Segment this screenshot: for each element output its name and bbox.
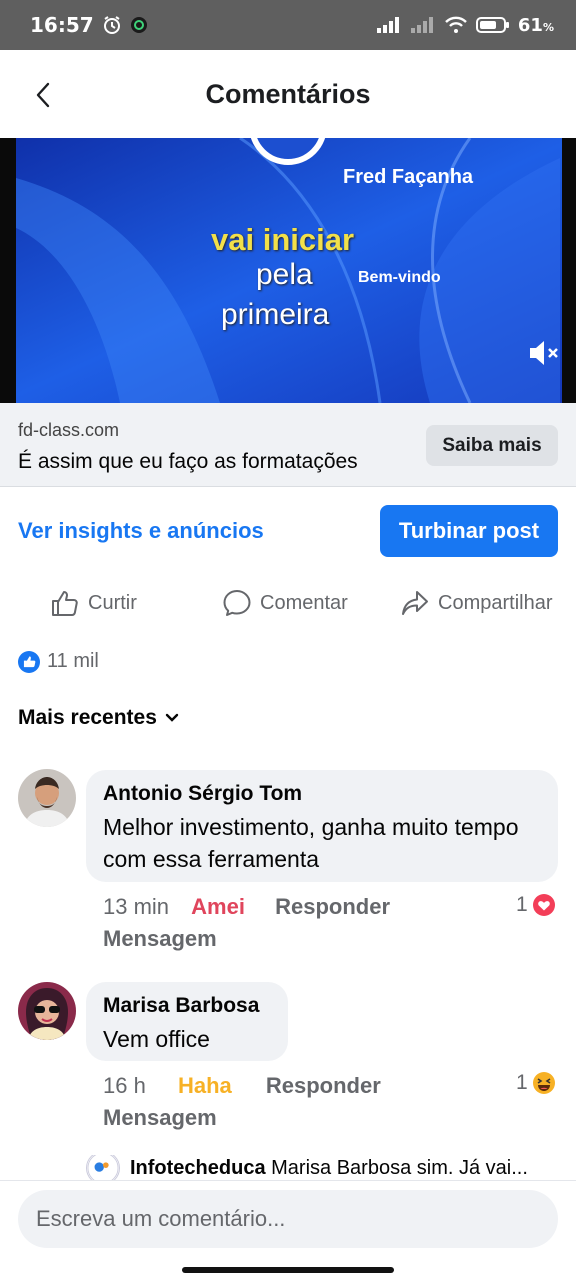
comment-text: Melhor investimento, ganha muito tempo c… <box>103 814 519 872</box>
comment-meta: 13 min Amei Responder <box>103 894 390 920</box>
home-indicator[interactable] <box>182 1267 394 1273</box>
comment-reaction-count[interactable]: 1 <box>516 1071 556 1095</box>
like-button[interactable]: Curtir <box>50 586 137 620</box>
like-reaction-icon <box>18 650 40 673</box>
share-button[interactable]: Compartilhar <box>400 586 552 620</box>
haha-reaction-icon <box>532 1072 555 1094</box>
thumbs-up-icon <box>52 591 78 616</box>
haha-reaction-label[interactable]: Haha <box>178 1073 232 1098</box>
video-frame-left <box>0 138 16 403</box>
comment-composer-area: Escreva um comentário... <box>0 1180 576 1280</box>
signal-icon <box>376 17 399 33</box>
status-bar: 16:57 61% <box>0 0 576 50</box>
battery-icon <box>475 17 509 33</box>
reply-button[interactable]: Responder <box>266 1073 381 1098</box>
header: Comentários <box>0 50 576 138</box>
muted-speaker-icon[interactable] <box>528 338 560 368</box>
signal-2-icon <box>410 17 433 33</box>
video-player[interactable]: Fred Façanha vai iniciar pela Bem-vindo … <box>0 138 576 403</box>
link-domain: fd-class.com <box>18 420 120 440</box>
sort-dropdown[interactable]: Mais recentes <box>18 706 179 730</box>
page-title: Comentários <box>205 78 371 109</box>
love-reaction-icon <box>532 894 555 916</box>
avatar[interactable] <box>18 982 76 1040</box>
video-caption-3: pela <box>256 258 313 291</box>
divider <box>0 486 576 487</box>
chevron-left-icon <box>36 82 50 108</box>
comment-bubble[interactable]: Antonio Sérgio Tom Melhor investimento, … <box>86 770 558 882</box>
reply-text: Marisa Barbosa sim. Já vai... <box>271 1156 528 1179</box>
comment-time: 16 h <box>103 1073 146 1098</box>
reaction-count: 11 mil <box>47 650 99 672</box>
comment-text: Vem office <box>103 1026 210 1052</box>
app-notification-icon <box>130 17 147 33</box>
video-frame-right <box>562 138 576 403</box>
view-insights-link[interactable]: Ver insights e anúncios <box>18 518 264 544</box>
reactions-summary[interactable]: 11 mil <box>18 650 99 673</box>
video-caption-2: vai iniciar <box>211 222 355 257</box>
reply-preview[interactable]: Infotecheduca Marisa Barbosa sim. Já vai… <box>86 1155 566 1181</box>
reply-author[interactable]: Infotecheduca <box>130 1157 266 1179</box>
message-button[interactable]: Mensagem <box>103 1105 217 1131</box>
comment-button[interactable]: Comentar <box>222 586 348 620</box>
link-preview[interactable]: fd-class.com É assim que eu faço as form… <box>0 403 576 486</box>
video-caption-4: Bem-vindo <box>358 269 441 286</box>
comment-label: Comentar <box>260 591 348 614</box>
avatar[interactable] <box>18 769 76 827</box>
love-reaction-label[interactable]: Amei <box>191 894 245 919</box>
video-caption-1: Fred Façanha <box>343 166 474 188</box>
comment-bubble[interactable]: Marisa Barbosa Vem office <box>86 982 288 1061</box>
sort-label: Mais recentes <box>18 706 157 729</box>
share-label: Compartilhar <box>438 591 553 614</box>
comment-meta: 16 h Haha Responder <box>103 1073 381 1099</box>
chevron-down-icon <box>165 713 179 722</box>
status-time: 16:57 <box>30 13 94 37</box>
learn-more-button[interactable]: Saiba mais <box>426 425 558 466</box>
back-button[interactable] <box>28 78 58 112</box>
message-button[interactable]: Mensagem <box>103 926 217 952</box>
reply-button[interactable]: Responder <box>275 894 390 919</box>
comment-icon <box>223 590 251 616</box>
link-headline: É assim que eu faço as formatações <box>18 450 358 473</box>
share-arrow-icon <box>402 591 428 615</box>
comment-author[interactable]: Antonio Sérgio Tom <box>103 781 541 807</box>
video-caption-5: primeira <box>221 298 330 331</box>
alarm-icon <box>103 16 120 34</box>
comment-time: 13 min <box>103 894 170 919</box>
comment-reaction-count[interactable]: 1 <box>516 893 556 917</box>
battery-level: 61% <box>517 14 554 36</box>
wifi-icon <box>445 16 467 33</box>
infotecheduca-avatar <box>86 1155 120 1181</box>
comment-input[interactable]: Escreva um comentário... <box>18 1190 558 1248</box>
comment-author[interactable]: Marisa Barbosa <box>103 993 271 1019</box>
like-label: Curtir <box>88 591 137 614</box>
boost-post-button[interactable]: Turbinar post <box>380 505 558 557</box>
